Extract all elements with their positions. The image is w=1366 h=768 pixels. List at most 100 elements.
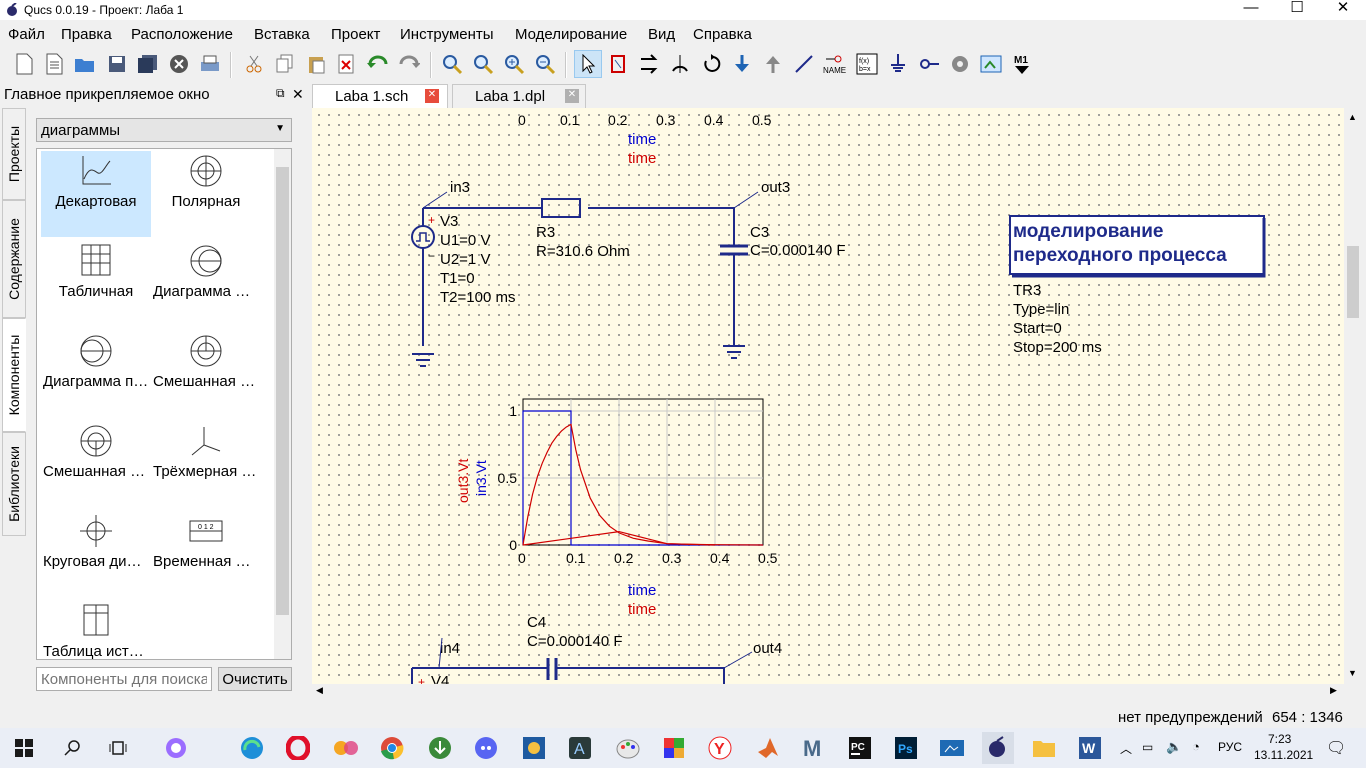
multicolor-app-icon[interactable]: [330, 732, 362, 764]
simulate-gear-icon[interactable]: [946, 50, 974, 78]
source-v3-param[interactable]: U2=1 V: [440, 251, 490, 268]
select-cursor-icon[interactable]: [574, 50, 602, 78]
component-item-locus[interactable]: Круговая диаграмма: [41, 511, 151, 597]
component-item-smith-polar[interactable]: Смешанная Смит-полярная: [41, 421, 151, 507]
component-search-input[interactable]: [36, 667, 212, 691]
clear-button[interactable]: Очистить: [218, 667, 292, 691]
capacitor-c3-name[interactable]: C3: [750, 224, 769, 241]
component-item-timing[interactable]: 0 1 2 Временная диаграмма: [151, 511, 261, 597]
edge-icon[interactable]: [236, 732, 268, 764]
volume-icon[interactable]: 🔈: [1166, 739, 1182, 755]
edit-component-icon[interactable]: [604, 50, 632, 78]
print-icon[interactable]: [196, 50, 224, 78]
exit-subcircuit-icon[interactable]: [759, 50, 787, 78]
component-item-smith[interactable]: Диаграмма Смита: [151, 241, 261, 327]
resistor-r3-value[interactable]: R=310.6 Ohm: [536, 243, 630, 260]
zoom-1-1-icon[interactable]: [469, 50, 497, 78]
tab-projects[interactable]: Проекты: [2, 108, 26, 200]
paint-icon[interactable]: [612, 732, 644, 764]
node-label-out4[interactable]: out4: [753, 640, 782, 657]
source-v3-param[interactable]: T1=0: [440, 270, 475, 287]
delete-icon[interactable]: [332, 50, 360, 78]
clock-date[interactable]: 13.11.2021: [1254, 748, 1313, 762]
menu-positioning[interactable]: Расположение: [131, 26, 233, 43]
scroll-left-icon[interactable]: ◀: [316, 685, 323, 696]
save-all-icon[interactable]: [134, 50, 162, 78]
tray-arrow-icon[interactable]: ︿: [1120, 740, 1132, 757]
component-item-polar[interactable]: Полярная: [151, 151, 261, 237]
scrollbar-thumb[interactable]: [1347, 246, 1359, 318]
tab-contents[interactable]: Содержание: [2, 200, 26, 318]
source-v3-param[interactable]: U1=0 V: [440, 232, 490, 249]
cut-icon[interactable]: [240, 50, 268, 78]
enter-subcircuit-icon[interactable]: [728, 50, 756, 78]
scroll-down-icon[interactable]: ▼: [1348, 668, 1357, 678]
simulation-text-box[interactable]: моделирование переходного процесса: [1009, 215, 1266, 278]
equation-icon[interactable]: f(x) b=x: [853, 50, 881, 78]
battery-icon[interactable]: ▭: [1142, 740, 1153, 754]
canvas-horizontal-scrollbar[interactable]: ◀ ▶: [312, 684, 1344, 700]
scroll-up-icon[interactable]: ▲: [1348, 112, 1357, 122]
ground-icon[interactable]: [884, 50, 912, 78]
wire-icon[interactable]: [790, 50, 818, 78]
capacitor-c4-name[interactable]: C4: [527, 614, 546, 631]
menu-view[interactable]: Вид: [648, 26, 675, 43]
folder-icon[interactable]: [1028, 732, 1060, 764]
yandex-icon[interactable]: Y: [704, 732, 736, 764]
tab-close-icon[interactable]: ✕: [425, 89, 439, 103]
menu-edit[interactable]: Правка: [61, 26, 112, 43]
matlab-icon[interactable]: [752, 732, 784, 764]
qucs-icon[interactable]: [982, 732, 1014, 764]
zoom-out-icon[interactable]: [531, 50, 559, 78]
video-editor-icon[interactable]: [936, 732, 968, 764]
component-item-polar-smith[interactable]: Смешанная полярно-Смит: [151, 331, 261, 417]
scrollbar-thumb[interactable]: [276, 167, 289, 615]
zoom-in-icon[interactable]: [500, 50, 528, 78]
new-file-icon[interactable]: [10, 50, 38, 78]
canvas-vertical-scrollbar[interactable]: ▲ ▼: [1344, 108, 1362, 684]
pycharm-icon[interactable]: PC: [844, 732, 876, 764]
wire-label-icon[interactable]: NAME: [821, 50, 849, 78]
tab-libraries[interactable]: Библиотеки: [2, 432, 26, 536]
network-icon[interactable]: ◔: [1192, 739, 1200, 754]
source-v4-name[interactable]: V4: [431, 673, 449, 684]
mirror-y-icon[interactable]: [666, 50, 694, 78]
component-list-scrollbar[interactable]: [274, 149, 291, 659]
new-text-icon[interactable]: [40, 50, 68, 78]
source-v3-param[interactable]: T2=100 ms: [440, 289, 515, 306]
rotate-icon[interactable]: [698, 50, 726, 78]
green-app-icon[interactable]: [424, 732, 456, 764]
menu-file[interactable]: Файл: [8, 26, 45, 43]
tab-display[interactable]: Laba 1.dpl ✕: [452, 84, 586, 108]
undo-icon[interactable]: [364, 50, 392, 78]
notifications-icon[interactable]: 🗨: [1326, 738, 1346, 758]
node-label-in4[interactable]: in4: [440, 640, 460, 657]
port-icon[interactable]: [915, 50, 943, 78]
clock-time[interactable]: 7:23: [1268, 732, 1291, 746]
save-icon[interactable]: [103, 50, 131, 78]
copy-icon[interactable]: [271, 50, 299, 78]
opera-icon[interactable]: [282, 732, 314, 764]
photoshop-icon[interactable]: Ps: [890, 732, 922, 764]
search-icon[interactable]: [56, 732, 88, 764]
menu-insert[interactable]: Вставка: [254, 26, 310, 43]
open-folder-icon[interactable]: [71, 50, 99, 78]
word-icon[interactable]: W: [1074, 732, 1106, 764]
menu-simulation[interactable]: Моделирование: [515, 26, 627, 43]
close-file-icon[interactable]: [165, 50, 193, 78]
component-item-truth-table[interactable]: Таблица истинности: [41, 601, 151, 659]
task-view-icon[interactable]: [102, 732, 134, 764]
resistor-r3[interactable]: [541, 198, 581, 218]
marker-icon[interactable]: M1: [1008, 50, 1036, 78]
windows-start-icon[interactable]: [8, 732, 40, 764]
settings-app-icon[interactable]: [518, 732, 550, 764]
source-v3-name[interactable]: V3: [440, 213, 458, 230]
menu-tools[interactable]: Инструменты: [400, 26, 494, 43]
menu-help[interactable]: Справка: [693, 26, 752, 43]
paste-icon[interactable]: [302, 50, 330, 78]
mirror-x-icon[interactable]: [635, 50, 663, 78]
component-item-tabular[interactable]: Табличная: [41, 241, 151, 327]
zoom-fit-icon[interactable]: [438, 50, 466, 78]
menu-project[interactable]: Проект: [331, 26, 380, 43]
resistor-r3-name[interactable]: R3: [536, 224, 555, 241]
